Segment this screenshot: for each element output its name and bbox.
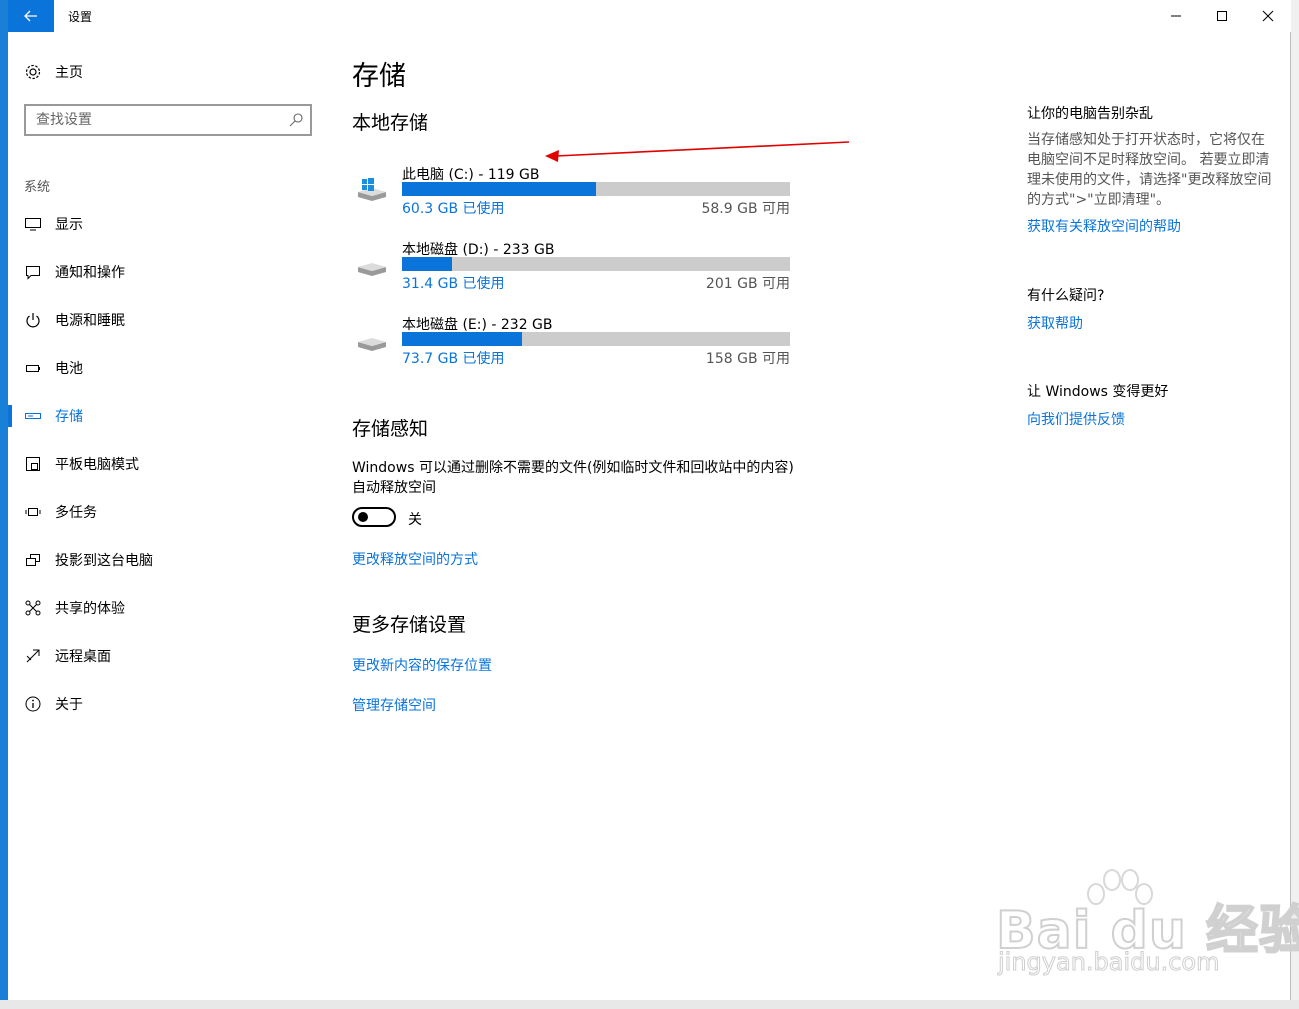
sidebar-item-label: 显示	[55, 217, 83, 233]
change-save-location-link[interactable]: 更改新内容的保存位置	[352, 655, 492, 675]
feedback-heading: 让 Windows 变得更好	[1027, 384, 1169, 400]
search-box[interactable]	[24, 104, 312, 136]
sidebar-item-label: 存储	[55, 409, 83, 425]
toggle-knob	[358, 512, 368, 522]
remote-desktop-icon	[24, 647, 42, 665]
sidebar-item-project[interactable]: 投影到这台电脑	[8, 540, 328, 580]
watermark-site: jingyan.baidu.com	[997, 948, 1220, 977]
power-icon	[24, 311, 42, 329]
manage-storage-spaces-link[interactable]: 管理存储空间	[352, 695, 436, 715]
declutter-description: 当存储感知处于打开状态时，它将仅在电脑空间不足时释放空间。 若要立即清理未使用的…	[1027, 132, 1272, 208]
sidebar-item-tablet-mode[interactable]: 平板电脑模式	[8, 444, 328, 484]
sidebar-item-label: 远程桌面	[55, 649, 111, 665]
notification-icon	[24, 263, 42, 281]
sidebar-item-power[interactable]: 电源和睡眠	[8, 300, 328, 340]
storage-sense-toggle[interactable]	[352, 507, 396, 527]
sidebar-item-label: 通知和操作	[55, 265, 125, 281]
get-help-link[interactable]: 获取帮助	[1027, 313, 1083, 333]
sidebar-item-label: 电源和睡眠	[55, 313, 125, 329]
taskbar-edge	[0, 1000, 1299, 1009]
storage-sense-heading: 存储感知	[352, 418, 429, 440]
page-title: 存储	[352, 61, 406, 92]
sidebar-item-about[interactable]: 关于	[8, 684, 328, 724]
multitask-icon	[24, 503, 42, 521]
usage-bar	[402, 257, 790, 271]
maximize-button[interactable]	[1199, 0, 1245, 32]
nav-home-label: 主页	[55, 65, 83, 81]
used-space-link[interactable]: 73.7 GB 已使用	[402, 348, 505, 368]
storage-sense-description: Windows 可以通过删除不需要的文件(例如临时文件和回收站中的内容)自动释放…	[352, 460, 794, 496]
toggle-state-label: 关	[408, 512, 422, 528]
back-arrow-icon	[24, 10, 37, 22]
usage-bar-fill	[402, 257, 453, 271]
used-space-link[interactable]: 60.3 GB 已使用	[402, 198, 505, 218]
section-label-system: 系统	[24, 180, 51, 195]
drive-name: 本地磁盘 (E:) - 232 GB	[402, 317, 553, 333]
sidebar-item-label: 多任务	[55, 505, 97, 521]
sidebar-item-label: 共享的体验	[55, 601, 125, 617]
change-free-space-link[interactable]: 更改释放空间的方式	[352, 549, 478, 569]
drive-name: 本地磁盘 (D:) - 233 GB	[402, 242, 555, 258]
hard-drive-icon	[358, 338, 386, 351]
usage-bar	[402, 182, 790, 196]
free-space: 58.9 GB 可用	[701, 201, 790, 217]
window-title: 设置	[68, 10, 93, 24]
windows-drive-icon	[358, 178, 386, 201]
give-feedback-link[interactable]: 向我们提供反馈	[1027, 409, 1125, 429]
storage-icon	[24, 407, 42, 425]
sidebar-item-multitasking[interactable]: 多任务	[8, 492, 328, 532]
declutter-heading: 让你的电脑告别杂乱	[1027, 106, 1153, 122]
search-input[interactable]	[26, 106, 286, 134]
desktop-background-left	[0, 0, 8, 1009]
desktop-background-right	[1291, 0, 1299, 1009]
drive-e[interactable]: 本地磁盘 (E:) - 232 GB 73.7 GB 已使用 158 GB 可用	[352, 314, 792, 374]
title-bar: 设置	[8, 0, 1291, 32]
drive-name: 此电脑 (C:) - 119 GB	[402, 167, 540, 183]
used-space-link[interactable]: 31.4 GB 已使用	[402, 273, 505, 293]
back-button[interactable]	[8, 0, 54, 32]
free-space: 201 GB 可用	[705, 276, 790, 292]
close-icon	[1262, 10, 1274, 22]
local-storage-heading: 本地存储	[352, 112, 429, 134]
project-icon	[24, 551, 42, 569]
close-button[interactable]	[1245, 0, 1291, 32]
sidebar-item-display[interactable]: 显示	[8, 204, 328, 244]
share-icon	[24, 599, 42, 617]
battery-icon	[24, 359, 42, 377]
sidebar-item-battery[interactable]: 电池	[8, 348, 328, 388]
questions-heading: 有什么疑问?	[1027, 288, 1105, 304]
sidebar-item-notifications[interactable]: 通知和操作	[8, 252, 328, 292]
sidebar-item-label: 电池	[55, 361, 83, 377]
free-space: 158 GB 可用	[705, 351, 790, 367]
sidebar-item-label: 平板电脑模式	[55, 457, 139, 473]
drive-d[interactable]: 本地磁盘 (D:) - 233 GB 31.4 GB 已使用 201 GB 可用	[352, 239, 792, 299]
tablet-icon	[24, 455, 42, 473]
baidu-watermark: Bai du 经验 jingyan.baidu.com	[990, 866, 1299, 986]
hard-drive-icon	[358, 263, 386, 276]
more-storage-heading: 更多存储设置	[352, 614, 467, 636]
sidebar-item-storage[interactable]: 存储	[8, 396, 328, 436]
gear-icon	[24, 63, 42, 81]
nav-home[interactable]: 主页	[8, 52, 328, 92]
drive-c[interactable]: 此电脑 (C:) - 119 GB 60.3 GB 已使用 58.9 GB 可用	[352, 164, 792, 224]
sidebar-item-label: 投影到这台电脑	[55, 553, 153, 569]
search-icon	[289, 113, 303, 127]
usage-bar-fill	[402, 182, 596, 196]
minimize-button[interactable]	[1153, 0, 1199, 32]
settings-window: 设置 主页 系统 显示 通知和操作 电源和睡眠 电池	[8, 0, 1291, 1000]
sidebar-item-shared-experiences[interactable]: 共享的体验	[8, 588, 328, 628]
maximize-icon	[1217, 11, 1227, 21]
sidebar-item-label: 关于	[55, 697, 83, 713]
usage-bar-fill	[402, 332, 523, 346]
minimize-icon	[1171, 15, 1181, 17]
sidebar-item-remote-desktop[interactable]: 远程桌面	[8, 636, 328, 676]
monitor-icon	[24, 215, 42, 233]
info-icon	[24, 695, 42, 713]
free-space-help-link[interactable]: 获取有关释放空间的帮助	[1027, 216, 1181, 236]
usage-bar	[402, 332, 790, 346]
